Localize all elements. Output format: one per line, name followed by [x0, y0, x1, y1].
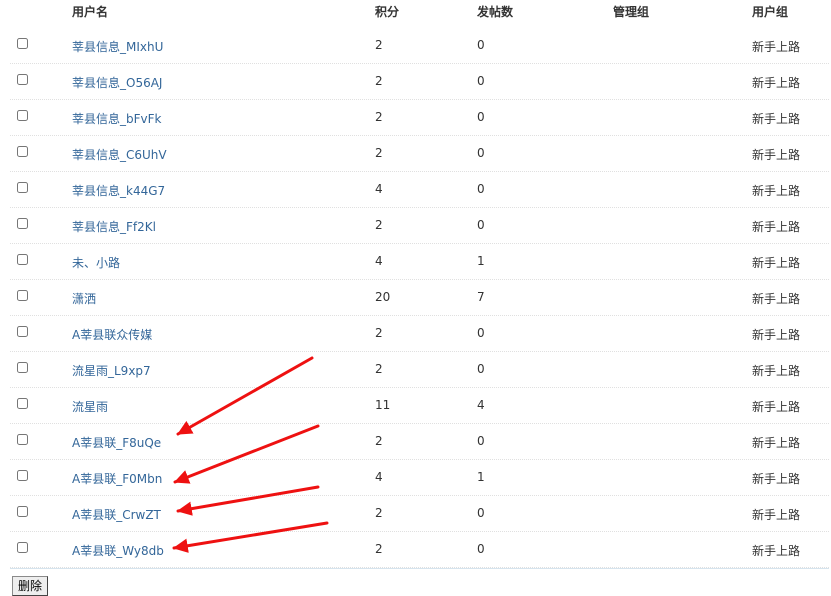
score-cell: 2: [375, 74, 383, 88]
row-select-checkbox[interactable]: [17, 542, 28, 553]
delete-button[interactable]: 删除: [12, 576, 49, 596]
posts-cell: 0: [477, 362, 485, 376]
table-row: A莘县联_F8uQe 2 0 新手上路: [0, 424, 831, 460]
user-group-cell: 新手上路: [752, 436, 801, 450]
table-row: 莘县信息_k44G7 4 0 新手上路: [0, 172, 831, 208]
header-user-group: 用户组: [752, 5, 789, 19]
username-link[interactable]: 潇洒: [72, 290, 96, 307]
posts-cell: 0: [477, 506, 485, 520]
user-group-cell: 新手上路: [752, 148, 801, 162]
user-group-cell: 新手上路: [752, 40, 801, 54]
row-select-checkbox[interactable]: [17, 470, 28, 481]
posts-cell: 0: [477, 542, 485, 556]
username-link[interactable]: 流星雨: [72, 398, 108, 415]
header-admin-group: 管理组: [613, 5, 650, 19]
username-link[interactable]: 莘县信息_Ff2Kl: [72, 218, 156, 235]
posts-cell: 0: [477, 218, 485, 232]
row-select-checkbox[interactable]: [17, 398, 28, 409]
username-link[interactable]: 未、小路: [72, 254, 120, 271]
table-row: 未、小路 4 1 新手上路: [0, 244, 831, 280]
table-row: A莘县联_CrwZT 2 0 新手上路: [0, 496, 831, 532]
table-row: 莘县信息_bFvFk 2 0 新手上路: [0, 100, 831, 136]
user-group-cell: 新手上路: [752, 508, 801, 522]
row-select-checkbox[interactable]: [17, 290, 28, 301]
header-username: 用户名: [72, 5, 109, 19]
row-select-checkbox[interactable]: [17, 38, 28, 49]
table-row: 莘县信息_O56AJ 2 0 新手上路: [0, 64, 831, 100]
score-cell: 2: [375, 38, 383, 52]
table-row: A莘县联众传媒 2 0 新手上路: [0, 316, 831, 352]
score-cell: 2: [375, 110, 383, 124]
posts-cell: 4: [477, 398, 485, 412]
posts-cell: 1: [477, 254, 485, 268]
header-posts: 发帖数: [477, 5, 514, 19]
row-select-checkbox[interactable]: [17, 254, 28, 265]
user-group-cell: 新手上路: [752, 292, 801, 306]
table-row: 流星雨_L9xp7 2 0 新手上路: [0, 352, 831, 388]
table-header: 用户名 积分 发帖数 管理组 用户组: [0, 0, 831, 28]
username-link[interactable]: 流星雨_L9xp7: [72, 362, 151, 379]
score-cell: 2: [375, 542, 383, 556]
posts-cell: 0: [477, 434, 485, 448]
table-row: 流星雨 11 4 新手上路: [0, 388, 831, 424]
row-select-checkbox[interactable]: [17, 218, 28, 229]
score-cell: 2: [375, 434, 383, 448]
user-group-cell: 新手上路: [752, 76, 801, 90]
row-select-checkbox[interactable]: [17, 434, 28, 445]
posts-cell: 1: [477, 470, 485, 484]
username-link[interactable]: 莘县信息_bFvFk: [72, 110, 161, 127]
posts-cell: 0: [477, 146, 485, 160]
row-select-checkbox[interactable]: [17, 74, 28, 85]
username-link[interactable]: A莘县联_F8uQe: [72, 434, 161, 451]
row-select-checkbox[interactable]: [17, 326, 28, 337]
table-row: 莘县信息_Ff2Kl 2 0 新手上路: [0, 208, 831, 244]
table-bottom-divider: [10, 568, 829, 569]
posts-cell: 0: [477, 182, 485, 196]
posts-cell: 0: [477, 38, 485, 52]
table-row: 莘县信息_C6UhV 2 0 新手上路: [0, 136, 831, 172]
row-select-checkbox[interactable]: [17, 362, 28, 373]
row-select-checkbox[interactable]: [17, 506, 28, 517]
score-cell: 2: [375, 326, 383, 340]
username-link[interactable]: A莘县联_Wy8db: [72, 542, 164, 559]
user-group-cell: 新手上路: [752, 112, 801, 126]
row-select-checkbox[interactable]: [17, 146, 28, 157]
score-cell: 4: [375, 254, 383, 268]
user-group-cell: 新手上路: [752, 364, 801, 378]
posts-cell: 0: [477, 110, 485, 124]
username-link[interactable]: 莘县信息_O56AJ: [72, 74, 162, 91]
score-cell: 2: [375, 362, 383, 376]
table-row: A莘县联_Wy8db 2 0 新手上路: [0, 532, 831, 568]
username-link[interactable]: 莘县信息_MIxhU: [72, 38, 163, 55]
user-group-cell: 新手上路: [752, 328, 801, 342]
username-link[interactable]: A莘县联_CrwZT: [72, 506, 161, 523]
user-group-cell: 新手上路: [752, 400, 801, 414]
username-link[interactable]: A莘县联_F0Mbn: [72, 470, 162, 487]
score-cell: 11: [375, 398, 391, 412]
table-row: 莘县信息_MIxhU 2 0 新手上路: [0, 28, 831, 64]
username-link[interactable]: A莘县联众传媒: [72, 326, 152, 343]
header-score: 积分: [375, 5, 400, 19]
user-group-cell: 新手上路: [752, 544, 801, 558]
score-cell: 2: [375, 218, 383, 232]
posts-cell: 7: [477, 290, 485, 304]
username-link[interactable]: 莘县信息_k44G7: [72, 182, 165, 199]
score-cell: 4: [375, 182, 383, 196]
posts-cell: 0: [477, 74, 485, 88]
score-cell: 20: [375, 290, 391, 304]
table-row: A莘县联_F0Mbn 4 1 新手上路: [0, 460, 831, 496]
table-row: 潇洒 20 7 新手上路: [0, 280, 831, 316]
user-group-cell: 新手上路: [752, 472, 801, 486]
username-link[interactable]: 莘县信息_C6UhV: [72, 146, 167, 163]
member-list: 莘县信息_MIxhU 2 0 新手上路 莘县信息_O56AJ 2 0 新手上路 …: [0, 28, 831, 568]
score-cell: 4: [375, 470, 383, 484]
user-group-cell: 新手上路: [752, 256, 801, 270]
user-group-cell: 新手上路: [752, 184, 801, 198]
row-select-checkbox[interactable]: [17, 110, 28, 121]
score-cell: 2: [375, 506, 383, 520]
user-group-cell: 新手上路: [752, 220, 801, 234]
row-select-checkbox[interactable]: [17, 182, 28, 193]
score-cell: 2: [375, 146, 383, 160]
posts-cell: 0: [477, 326, 485, 340]
